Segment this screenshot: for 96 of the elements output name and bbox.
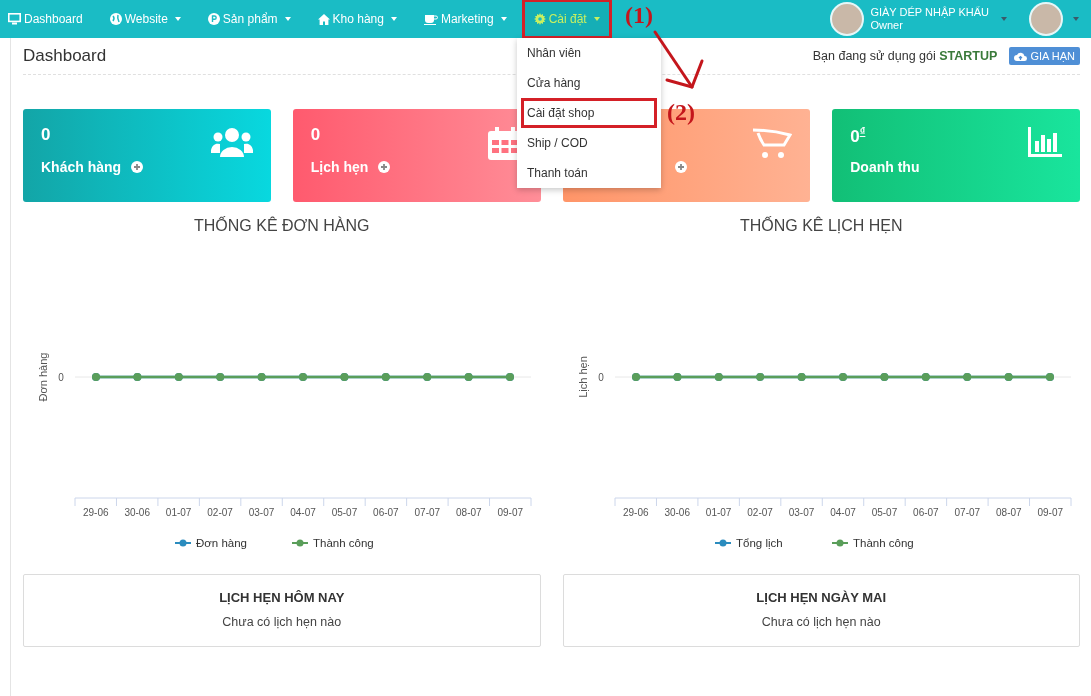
- legend-label[interactable]: Thành công: [313, 537, 374, 549]
- legend-label[interactable]: Đơn hàng: [196, 537, 248, 549]
- p-circle-icon: [207, 13, 220, 25]
- users-icon: [210, 127, 253, 157]
- x-tick-label: 02-07: [746, 507, 773, 518]
- stat-value: 0: [41, 125, 51, 144]
- monitor-icon: [8, 13, 21, 25]
- data-point: [423, 373, 432, 381]
- plus-circle-icon[interactable]: [378, 161, 391, 173]
- data-point: [838, 373, 847, 381]
- x-tick-label: 01-07: [165, 507, 192, 518]
- y-tick-label: 0: [597, 372, 604, 383]
- data-point: [174, 373, 183, 381]
- card-title: LỊCH HẸN NGÀY MAI: [756, 590, 887, 605]
- data-point: [1045, 373, 1054, 381]
- legend-marker[interactable]: [713, 539, 732, 547]
- x-tick-label: 30-06: [663, 507, 690, 518]
- stat-label: Khách hàng: [41, 159, 122, 175]
- dropdown-item[interactable]: Cửa hàng: [517, 68, 661, 98]
- data-point: [631, 373, 640, 381]
- plus-circle-icon[interactable]: [674, 161, 687, 173]
- x-tick-label: 07-07: [954, 507, 980, 518]
- caret-icon[interactable]: [1073, 17, 1079, 21]
- step-label: (1): [625, 2, 653, 29]
- data-point: [133, 373, 142, 381]
- cart-icon: [752, 127, 793, 159]
- empty-message: Chưa có lịch hẹn nào: [761, 615, 881, 629]
- x-tick-label: 03-07: [788, 507, 814, 518]
- x-tick-label: 08-07: [995, 507, 1022, 518]
- data-point: [216, 373, 225, 381]
- dropdown-item[interactable]: Nhân viên: [517, 38, 661, 68]
- x-tick-label: 04-07: [829, 507, 856, 518]
- data-point: [1004, 373, 1013, 381]
- data-point: [962, 373, 971, 381]
- account-name: GIÀY DÉP NHẬP KHẨU: [870, 6, 989, 19]
- legend-marker[interactable]: [174, 539, 192, 547]
- x-tick-label: 30-06: [124, 507, 150, 518]
- stat-value: 0$^{₫}$: [850, 126, 866, 146]
- dropdown-item[interactable]: Thanh toán: [517, 158, 661, 188]
- data-point: [92, 373, 100, 381]
- x-tick-label: 01-07: [705, 507, 731, 518]
- x-tick-label: 29-06: [82, 507, 109, 518]
- x-tick-label: 02-07: [207, 507, 233, 518]
- settings-icon: [533, 13, 546, 25]
- card-title: LỊCH HẸN HÔM NAY: [219, 590, 345, 605]
- x-tick-label: 06-07: [912, 507, 939, 518]
- x-tick-label: 04-07: [290, 507, 316, 518]
- stat-label: Doanh thu: [850, 159, 920, 175]
- account-role: Owner: [870, 19, 904, 32]
- x-tick-label: 07-07: [414, 507, 441, 518]
- legend-marker[interactable]: [830, 539, 849, 547]
- y-axis-label: Đơn hàng: [37, 352, 49, 402]
- legend-label[interactable]: Thành công: [852, 537, 914, 549]
- data-point: [714, 373, 723, 381]
- globe-icon: [109, 13, 122, 25]
- x-tick-label: 09-07: [497, 507, 524, 518]
- page-title: Dashboard: [23, 46, 107, 66]
- x-tick-label: 08-07: [456, 507, 482, 518]
- x-tick-label: 09-07: [1037, 507, 1063, 518]
- data-point: [672, 373, 681, 381]
- y-tick-label: 0: [58, 372, 64, 383]
- dropdown-item[interactable]: Ship / COD: [517, 128, 661, 158]
- data-point: [797, 373, 806, 381]
- data-point: [506, 373, 514, 381]
- data-point: [340, 373, 349, 381]
- data-point: [464, 373, 473, 381]
- bar-chart-icon: [1028, 127, 1062, 157]
- y-axis-label: Lịch hẹn: [576, 356, 589, 398]
- empty-message: Chưa có lịch hẹn nào: [222, 615, 342, 629]
- data-point: [755, 373, 764, 381]
- data-point: [299, 373, 307, 381]
- x-tick-label: 03-07: [248, 507, 275, 518]
- data-point: [921, 373, 930, 381]
- legend-marker[interactable]: [291, 539, 309, 547]
- avatar[interactable]: [1029, 2, 1063, 36]
- stat-value: 0: [310, 125, 321, 144]
- annotation-arrow: [653, 30, 704, 89]
- plan-text: Bạn đang sử dụng gói STARTUP: [812, 49, 998, 63]
- cup-icon: [423, 13, 438, 25]
- chart-title: THỐNG KÊ LỊCH HẸN: [739, 215, 903, 236]
- plus-circle-icon[interactable]: [131, 161, 144, 173]
- home-icon: [317, 13, 330, 25]
- x-tick-label: 06-07: [373, 507, 399, 518]
- chart-title: THỐNG KÊ ĐƠN HÀNG: [194, 215, 370, 236]
- data-point: [879, 373, 888, 381]
- dropdown-item[interactable]: Cài đặt shop: [521, 98, 657, 128]
- data-point: [257, 373, 266, 381]
- stat-label: Lịch hẹn: [310, 159, 369, 175]
- legend-label[interactable]: Tổng lịch: [735, 537, 783, 549]
- cloud-upload-icon: [1014, 51, 1028, 61]
- x-tick-label: 29-06: [622, 507, 648, 518]
- x-tick-label: 05-07: [331, 507, 358, 518]
- caret-icon[interactable]: [1001, 17, 1007, 21]
- avatar[interactable]: [830, 2, 865, 36]
- x-tick-label: 05-07: [871, 507, 897, 518]
- data-point: [381, 373, 390, 381]
